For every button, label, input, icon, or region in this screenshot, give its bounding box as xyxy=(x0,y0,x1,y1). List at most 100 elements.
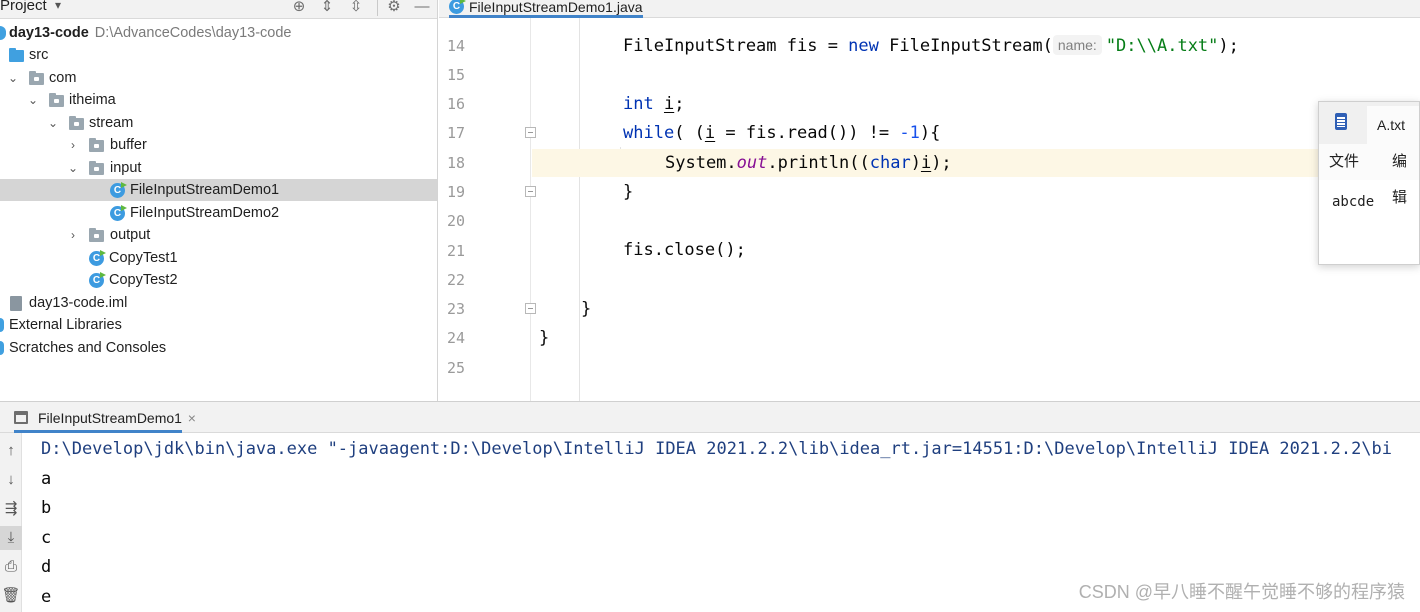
code-line-17: while( (i = fis.read()) != -1){ xyxy=(532,119,1420,147)
code-token: ) xyxy=(910,153,921,173)
notepad-icon xyxy=(1335,113,1347,130)
tree-item-itheima[interactable]: ⌄ itheima xyxy=(0,89,437,111)
editor-tab-fileinputstreamdemo1[interactable]: C FileInputStreamDemo1.java xyxy=(449,0,643,18)
notepad-text-content[interactable]: abcde xyxy=(1332,194,1374,210)
collapse-all-icon[interactable]: ⇳ xyxy=(347,0,365,16)
soft-wrap-icon[interactable]: ⇶ xyxy=(0,497,22,521)
line-number: 18 xyxy=(446,154,465,172)
tree-item-label: CopyTest2 xyxy=(109,272,178,288)
run-tab-bar: FileInputStreamDemo1 × xyxy=(0,402,1420,433)
console-line: D:\Develop\jdk\bin\java.exe "-javaagent:… xyxy=(41,439,1393,459)
code-token: while xyxy=(623,123,675,143)
code-line-16: int i; xyxy=(532,90,1420,118)
module-dot-icon xyxy=(0,26,6,40)
tree-item-day13-code[interactable]: day13-code D:\AdvanceCodes\day13-code xyxy=(0,22,437,44)
project-view-title[interactable]: Project xyxy=(0,0,47,14)
notepad-tab-label: A.txt xyxy=(1377,117,1406,133)
trash-icon[interactable]: 🗑 xyxy=(0,584,22,608)
code-area[interactable]: FileInputStream fis = new FileInputStrea… xyxy=(532,18,1420,401)
scroll-to-end-icon[interactable]: ⤓ xyxy=(0,526,22,550)
minimize-icon[interactable]: — xyxy=(413,0,431,16)
code-token: -1 xyxy=(899,123,920,143)
code-token: ; xyxy=(674,94,685,114)
run-tab-fileinputstreamdemo1[interactable]: FileInputStreamDemo1 × xyxy=(14,406,196,433)
chevron-down-icon[interactable]: ▾ xyxy=(55,0,61,12)
print-icon[interactable]: ⎙ xyxy=(0,555,22,579)
code-token: i xyxy=(663,94,675,114)
chevron-right-icon[interactable]: › xyxy=(67,134,79,156)
tree-item-output[interactable]: › output xyxy=(0,224,437,246)
tree-item-fileinputstreamdemo2[interactable]: C FileInputStreamDemo2 xyxy=(0,202,437,224)
arrow-down-icon[interactable]: ↓ xyxy=(0,468,22,492)
run-tab-label: FileInputStreamDemo1 xyxy=(38,410,182,426)
chevron-right-icon[interactable]: › xyxy=(67,224,79,246)
notepad-tab-a-txt[interactable]: A.txt xyxy=(1367,106,1419,144)
code-line-23: } xyxy=(581,299,592,319)
tree-item-stream[interactable]: ⌄ stream xyxy=(0,112,437,134)
watermark: CSDN @早八睡不醒午觉睡不够的程序猿 xyxy=(1078,582,1405,602)
menu-file[interactable]: 文件 xyxy=(1329,144,1359,180)
editor-tab-bar: C FileInputStreamDemo1.java xyxy=(439,0,1420,18)
line-number: 17 xyxy=(446,124,465,142)
notepad-window[interactable]: A.txt 文件 编辑 abcde xyxy=(1318,101,1420,265)
menu-edit[interactable]: 编辑 xyxy=(1392,144,1419,216)
tree-item-external-libraries[interactable]: External Libraries xyxy=(0,314,437,336)
tree-item-scratches[interactable]: Scratches and Consoles xyxy=(0,337,437,359)
package-icon xyxy=(29,71,44,85)
line-number: 23 xyxy=(446,300,465,318)
java-class-icon: C xyxy=(449,0,464,14)
editor-tab-label: FileInputStreamDemo1.java xyxy=(469,0,643,15)
tree-item-buffer[interactable]: › buffer xyxy=(0,134,437,156)
line-number: 25 xyxy=(446,359,465,377)
project-toolbar: Project ▾ ⊕ ⇕ ⇳ ⚙ — xyxy=(0,0,437,19)
line-number: 20 xyxy=(446,212,465,230)
java-class-icon: C xyxy=(110,183,125,198)
package-icon xyxy=(89,138,104,152)
tree-item-label: stream xyxy=(89,115,134,131)
notepad-menu-bar: 文件 编辑 xyxy=(1319,144,1419,206)
console-line: c xyxy=(41,527,52,548)
tree-item-copytest1[interactable]: C CopyTest1 xyxy=(0,247,437,269)
chevron-down-icon[interactable]: ⌄ xyxy=(47,112,59,134)
console-line: b xyxy=(41,498,52,518)
chevron-down-icon[interactable]: ⌄ xyxy=(67,157,79,179)
chevron-down-icon[interactable]: ⌄ xyxy=(27,89,39,111)
code-line-18: System.out.println((char)i); xyxy=(532,149,1420,177)
run-panel: FileInputStreamDemo1 × ↑ ↓ ⇶ ⤓ ⎙ 🗑 D:\De… xyxy=(0,401,1420,612)
parameter-hint: name: xyxy=(1052,35,1102,55)
chevron-down-icon[interactable]: ⌄ xyxy=(7,67,19,89)
tree-item-src[interactable]: src xyxy=(0,44,437,66)
line-number: 21 xyxy=(446,242,465,260)
tree-item-copytest2[interactable]: C CopyTest2 xyxy=(0,269,437,291)
code-token: "D:\\A.txt" xyxy=(1105,36,1219,56)
line-number: 22 xyxy=(446,271,465,289)
tree-item-label: buffer xyxy=(110,137,147,153)
tree-item-label: input xyxy=(110,160,142,176)
editor-gutter: 14 15 16 17 18 19 20 21 22 23 24 25 xyxy=(439,18,536,401)
expand-all-icon[interactable]: ⇕ xyxy=(318,0,336,16)
notepad-tab-bar: A.txt xyxy=(1319,102,1419,144)
tree-item-label: src xyxy=(29,47,49,63)
code-line-19: } xyxy=(623,182,634,202)
close-icon[interactable]: × xyxy=(188,406,196,431)
tree-item-fileinputstreamdemo1[interactable]: C FileInputStreamDemo1 xyxy=(0,179,437,201)
tree-item-iml-file[interactable]: day13-code.iml xyxy=(0,292,437,314)
locate-icon[interactable]: ⊕ xyxy=(290,0,308,16)
package-icon xyxy=(89,161,104,175)
java-class-icon: C xyxy=(110,206,125,221)
tree-item-label: Scratches and Consoles xyxy=(9,340,167,356)
tree-item-input[interactable]: ⌄ input xyxy=(0,157,437,179)
code-token: new xyxy=(848,36,879,56)
code-token: FileInputStream fis = xyxy=(623,36,849,56)
tree-item-label: CopyTest1 xyxy=(109,250,178,266)
code-token: = fis.read()) != xyxy=(715,123,900,143)
tree-item-label: External Libraries xyxy=(9,317,122,333)
arrow-up-icon[interactable]: ↑ xyxy=(0,439,22,463)
gear-icon[interactable]: ⚙ xyxy=(385,0,403,16)
tree-item-label: day13-code xyxy=(9,25,89,41)
tree-item-label: FileInputStreamDemo2 xyxy=(130,205,280,221)
line-number: 24 xyxy=(446,329,465,347)
tree-item-com[interactable]: ⌄ com xyxy=(0,67,437,89)
line-number: 16 xyxy=(446,95,465,113)
source-folder-icon xyxy=(9,48,24,62)
